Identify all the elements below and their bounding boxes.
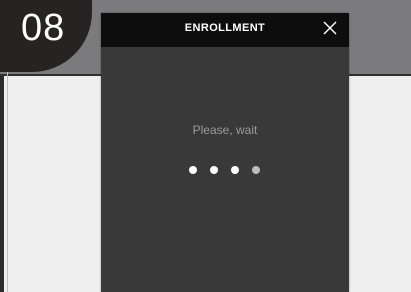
loading-dot <box>252 166 260 174</box>
dialog-title: ENROLLMENT <box>184 22 266 34</box>
loading-indicator <box>187 166 267 176</box>
close-icon <box>323 21 337 35</box>
loading-dot <box>189 166 197 174</box>
loading-dot <box>231 166 239 174</box>
close-button[interactable] <box>321 19 339 37</box>
enrollment-dialog: ENROLLMENT Please, wait <box>101 13 349 292</box>
dialog-header: ENROLLMENT <box>101 13 349 47</box>
loading-dot <box>210 166 218 174</box>
step-number: 08 <box>21 7 66 49</box>
status-text: Please, wait <box>192 123 258 137</box>
